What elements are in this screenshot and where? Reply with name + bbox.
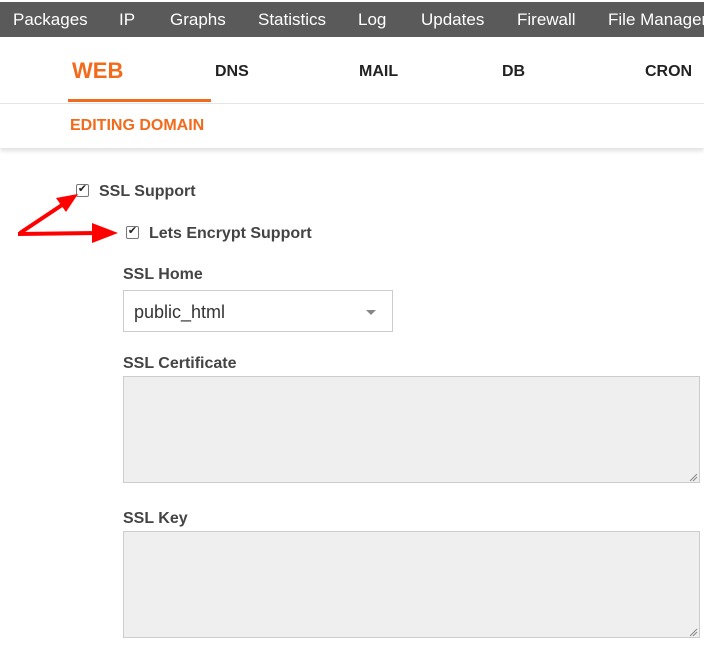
- tab-cron[interactable]: CRON: [645, 37, 692, 103]
- tab-dns[interactable]: DNS: [215, 37, 249, 103]
- ssl-home-label: SSL Home: [123, 266, 203, 283]
- active-tab-indicator: [68, 99, 211, 102]
- nav-link-ip[interactable]: IP: [119, 2, 135, 37]
- page-subheader: EDITING DOMAIN: [0, 104, 704, 148]
- checkmark-icon: ✔: [127, 224, 138, 237]
- tab-db[interactable]: DB: [502, 37, 525, 103]
- nav-link-log[interactable]: Log: [358, 2, 386, 37]
- nav-link-firewall[interactable]: Firewall: [517, 2, 576, 37]
- resize-grip-icon[interactable]: [688, 627, 698, 637]
- nav-link-statistics[interactable]: Statistics: [258, 2, 326, 37]
- tab-web[interactable]: WEB: [72, 37, 123, 103]
- ssl-support-checkbox[interactable]: ✔: [76, 182, 89, 197]
- ssl-home-value: public_html: [134, 302, 226, 322]
- top-navigation-bar: Packages IP Graphs Statistics Log Update…: [0, 2, 704, 37]
- resize-grip-icon[interactable]: [688, 472, 698, 482]
- page-title: EDITING DOMAIN: [70, 117, 205, 134]
- section-tabs: WEB DNS MAIL DB CRON: [0, 37, 704, 104]
- nav-link-file-manager[interactable]: File Manager: [608, 2, 704, 37]
- lets-encrypt-label: Lets Encrypt Support: [149, 225, 312, 242]
- ssl-key-textarea[interactable]: [123, 531, 700, 638]
- lets-encrypt-checkbox[interactable]: ✔: [126, 224, 139, 239]
- checkmark-icon: ✔: [77, 182, 88, 195]
- ssl-certificate-textarea[interactable]: [123, 376, 700, 483]
- nav-link-updates[interactable]: Updates: [421, 2, 484, 37]
- tab-mail[interactable]: MAIL: [359, 37, 398, 103]
- nav-link-packages[interactable]: Packages: [13, 2, 88, 37]
- ssl-certificate-label: SSL Certificate: [123, 355, 237, 372]
- annotation-arrow-icon: [17, 223, 118, 243]
- annotation-arrow-icon: [18, 194, 78, 235]
- chevron-down-icon: [366, 310, 376, 315]
- ssl-key-label: SSL Key: [123, 510, 188, 527]
- nav-link-graphs[interactable]: Graphs: [170, 2, 226, 37]
- ssl-home-select[interactable]: public_html: [123, 290, 393, 332]
- ssl-support-label: SSL Support: [99, 183, 196, 200]
